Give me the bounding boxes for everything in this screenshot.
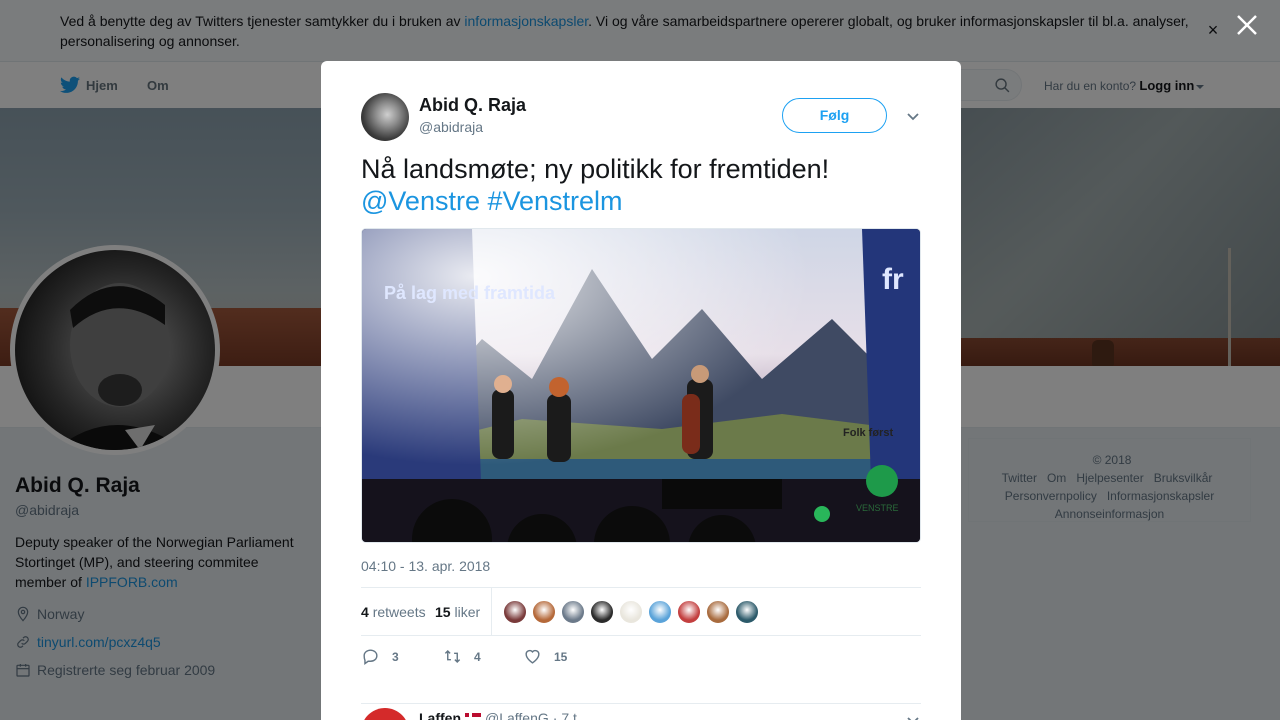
concert-photo: På lag med framtida fr Folk først VENSTR…	[362, 229, 920, 542]
tweet-media[interactable]: På lag med framtida fr Folk først VENSTR…	[361, 228, 921, 543]
liker-avatar[interactable]	[735, 600, 759, 624]
close-modal-icon[interactable]	[1232, 10, 1262, 40]
liker-avatar[interactable]	[590, 600, 614, 624]
likes-count: 15	[435, 604, 451, 620]
liker-avatar[interactable]	[648, 600, 672, 624]
retweets-stat[interactable]: 4 retweets	[361, 604, 426, 620]
liker-avatar[interactable]	[503, 600, 527, 624]
norway-flag-icon	[465, 712, 481, 720]
retweet-icon	[444, 649, 461, 664]
media-logo-text: VENSTRE	[856, 503, 899, 513]
reply-author-handle[interactable]: @LaffenG	[485, 710, 549, 720]
retweets-count: 4	[361, 604, 369, 620]
liker-avatars	[503, 600, 759, 624]
reply-author-name[interactable]: Laffen	[419, 710, 461, 720]
tweet-modal: Abid Q. Raja @abidraja Følg Nå landsmøte…	[321, 61, 961, 720]
reply-action[interactable]: 3	[361, 647, 399, 666]
tweet-body: Nå landsmøte; ny politikk for fremtiden!	[361, 154, 830, 184]
reply-count: 3	[392, 649, 399, 664]
likes-label: liker	[454, 604, 481, 620]
reply-tweet[interactable]: Laffen @LaffenG · 7 t	[361, 703, 921, 720]
reply-icon	[363, 649, 378, 666]
author-avatar[interactable]	[361, 93, 409, 141]
tweet-mention-link[interactable]: @Venstre	[361, 186, 480, 216]
media-banner-right: fr	[882, 263, 904, 296]
author-handle[interactable]: @abidraja	[419, 119, 483, 135]
like-count: 15	[554, 649, 568, 664]
reply-meta: Laffen @LaffenG · 7 t	[419, 710, 577, 720]
likes-stat[interactable]: 15 liker	[435, 604, 480, 620]
liker-avatar[interactable]	[677, 600, 701, 624]
retweet-action[interactable]: 4	[443, 647, 481, 666]
heart-icon	[525, 649, 540, 664]
liker-avatar[interactable]	[619, 600, 643, 624]
retweets-label: retweets	[372, 604, 426, 620]
liker-avatar[interactable]	[561, 600, 585, 624]
tweet-stats: 4 retweets 15 liker	[361, 587, 921, 636]
stats-divider	[491, 588, 492, 635]
like-action[interactable]: 15	[523, 647, 567, 666]
tweet-text: Nå landsmøte; ny politikk for fremtiden!…	[361, 153, 921, 217]
chevron-down-icon[interactable]	[905, 712, 921, 720]
follow-button[interactable]: Følg	[782, 98, 887, 133]
liker-avatar[interactable]	[706, 600, 730, 624]
reply-time[interactable]: · 7 t	[553, 710, 577, 720]
tweet-timestamp[interactable]: 04:10 - 13. apr. 2018	[361, 558, 490, 574]
retweet-count: 4	[474, 649, 481, 664]
liker-avatar[interactable]	[532, 600, 556, 624]
media-banner-left: På lag med framtida	[384, 283, 556, 303]
chevron-down-icon[interactable]	[905, 108, 921, 124]
tweet-hashtag-link[interactable]: #Venstrelm	[487, 186, 622, 216]
author-name[interactable]: Abid Q. Raja	[419, 95, 526, 116]
media-screen-text: Folk først	[843, 427, 893, 439]
reply-avatar[interactable]	[361, 708, 409, 720]
